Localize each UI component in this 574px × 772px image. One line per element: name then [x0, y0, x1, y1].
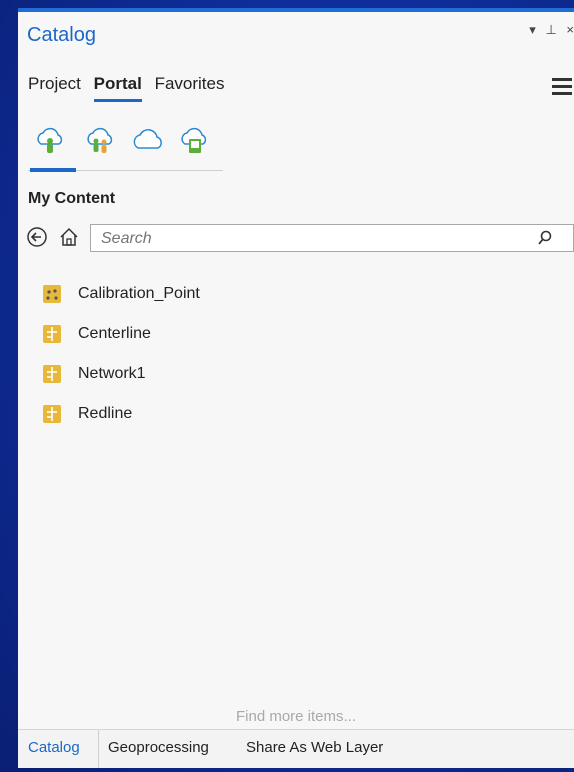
- pane-options-dropdown-icon[interactable]: ▾: [529, 22, 536, 38]
- feature-layer-icon: [43, 325, 61, 343]
- groups-cloud-icon[interactable]: [84, 126, 116, 156]
- list-item[interactable]: Redline: [42, 394, 200, 434]
- item-label: Calibration_Point: [78, 285, 200, 302]
- item-label: Network1: [78, 365, 146, 382]
- section-title: My Content: [28, 190, 116, 207]
- hamburger-menu-icon[interactable]: [552, 78, 572, 99]
- feature-layer-icon: [43, 365, 61, 383]
- living-atlas-cloud-icon[interactable]: [178, 126, 210, 156]
- item-label: Redline: [78, 405, 133, 422]
- bottom-tab-bar: Catalog Geoprocessing Share As Web Layer: [18, 729, 574, 768]
- tab-divider: [98, 730, 99, 768]
- navigation-row: [26, 224, 574, 254]
- portal-source-toolbar: [28, 120, 223, 172]
- search-box[interactable]: [90, 224, 574, 252]
- content-list: Calibration_Point Centerline Network1 Re…: [42, 274, 200, 434]
- point-feature-class-icon: [43, 285, 61, 303]
- tab-catalog[interactable]: Catalog: [28, 739, 80, 756]
- window-controls: ▾ ⊥ ×: [523, 22, 574, 38]
- catalog-tabs: Project Portal Favorites: [28, 74, 233, 102]
- home-icon[interactable]: [58, 226, 80, 248]
- tab-geoprocessing[interactable]: Geoprocessing: [108, 739, 209, 756]
- list-item[interactable]: Centerline: [42, 314, 200, 354]
- list-item[interactable]: Network1: [42, 354, 200, 394]
- my-content-cloud-icon[interactable]: [34, 126, 66, 156]
- catalog-pane: Catalog ▾ ⊥ × Project Portal Favorites M…: [18, 8, 574, 768]
- find-more-items-link[interactable]: Find more items...: [18, 708, 574, 725]
- pane-title: Catalog: [27, 24, 96, 46]
- search-icon[interactable]: [537, 230, 553, 246]
- tab-favorites[interactable]: Favorites: [155, 74, 225, 99]
- list-item[interactable]: Calibration_Point: [42, 274, 200, 314]
- pin-icon[interactable]: ⊥: [545, 22, 556, 38]
- feature-layer-icon: [43, 405, 61, 423]
- tab-project[interactable]: Project: [28, 74, 81, 99]
- tab-share-as-web-layer[interactable]: Share As Web Layer: [246, 739, 383, 756]
- item-label: Centerline: [78, 325, 151, 342]
- back-arrow-icon[interactable]: [26, 226, 48, 248]
- pane-titlebar: Catalog ▾ ⊥ ×: [18, 12, 574, 56]
- search-input[interactable]: [99, 228, 503, 250]
- close-icon[interactable]: ×: [566, 22, 574, 37]
- all-portal-cloud-icon[interactable]: [132, 126, 164, 156]
- tab-portal[interactable]: Portal: [93, 74, 142, 102]
- active-source-indicator: [30, 168, 76, 172]
